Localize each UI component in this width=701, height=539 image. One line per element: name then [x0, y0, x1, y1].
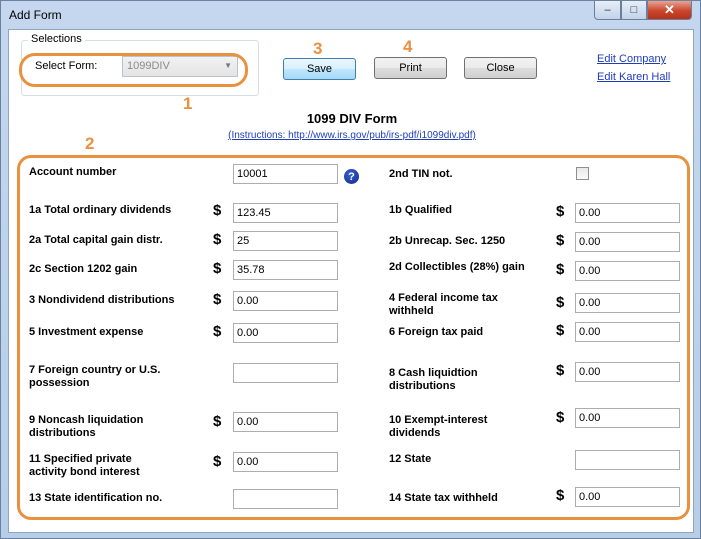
f10-label-line2: dividends	[389, 427, 441, 439]
f9-label-line2: distributions	[29, 427, 96, 439]
f11-label-line2: activity bond interest	[29, 466, 140, 478]
f13-input[interactable]	[233, 489, 338, 509]
f14-input[interactable]	[575, 487, 680, 507]
f7-label-line1: 7 Foreign country or U.S.	[29, 364, 161, 376]
annotation-number-4: 4	[403, 37, 413, 56]
help-icon[interactable]: ?	[344, 169, 359, 184]
f2c-input[interactable]	[233, 260, 338, 280]
print-button-label: Print	[399, 62, 422, 74]
account-number-input[interactable]	[233, 164, 338, 184]
close-button[interactable]: Close	[464, 57, 537, 79]
form-client-area: Selections Select Form: 1099DIV ▼ 1 3 4 …	[8, 29, 694, 533]
print-button[interactable]: Print	[374, 57, 447, 79]
second-tin-checkbox[interactable]	[576, 167, 589, 180]
f12-input[interactable]	[575, 450, 680, 470]
selections-legend: Selections	[28, 33, 85, 45]
f2a-label: 2a Total capital gain distr.	[29, 234, 163, 246]
f1a-input[interactable]	[233, 203, 338, 223]
title-bar[interactable]: Add Form – □ ✕	[1, 1, 700, 29]
f13-label: 13 State identification no.	[29, 492, 163, 504]
f6-label: 6 Foreign tax paid	[389, 326, 484, 338]
f14-label: 14 State tax withheld	[389, 492, 498, 504]
f2b-dollar: $	[556, 232, 565, 249]
f2a-dollar: $	[213, 231, 222, 248]
f4-input[interactable]	[575, 293, 680, 313]
f2c-dollar: $	[213, 260, 222, 277]
f4-label-line1: 4 Federal income tax	[389, 292, 498, 304]
f5-dollar: $	[213, 323, 222, 340]
f3-dollar: $	[213, 291, 222, 308]
f9-label-line1: 9 Noncash liquidation	[29, 414, 144, 426]
instructions-link[interactable]: (Instructions: http://www.irs.gov/pub/ir…	[9, 130, 695, 141]
f12-label: 12 State	[389, 453, 432, 465]
f4-dollar: $	[556, 294, 565, 311]
close-button-label: Close	[486, 62, 515, 74]
f1b-input[interactable]	[575, 203, 680, 223]
f2b-input[interactable]	[575, 232, 680, 252]
f11-input[interactable]	[233, 452, 338, 472]
f11-dollar: $	[213, 453, 222, 470]
edit-company-link[interactable]: Edit Company	[597, 53, 666, 65]
f14-dollar: $	[556, 487, 565, 504]
f7-input[interactable]	[233, 363, 338, 383]
f8-input[interactable]	[575, 362, 680, 382]
f2a-input[interactable]	[233, 231, 338, 251]
f3-label: 3 Nondividend distributions	[29, 294, 175, 306]
close-window-button[interactable]: ✕	[647, 1, 692, 20]
f10-dollar: $	[556, 409, 565, 426]
edit-user-link[interactable]: Edit Karen Hall	[597, 71, 670, 83]
second-tin-label: 2nd TIN not.	[389, 168, 453, 180]
f5-input[interactable]	[233, 323, 338, 343]
f8-label-line1: 8 Cash liquidtion	[389, 367, 478, 379]
f11-label-line1: 11 Specified private	[29, 453, 132, 465]
f5-label: 5 Investment expense	[29, 326, 144, 338]
f1a-label: 1a Total ordinary dividends	[29, 204, 172, 216]
maximize-button[interactable]: □	[621, 1, 647, 20]
window-title: Add Form	[9, 8, 62, 22]
f1a-dollar: $	[213, 202, 222, 219]
account-number-label: Account number	[29, 166, 117, 178]
f8-dollar: $	[556, 362, 565, 379]
annotation-highlight-1	[19, 53, 248, 87]
f10-label-line1: 10 Exempt-interest	[389, 414, 488, 426]
f3-input[interactable]	[233, 291, 338, 311]
f6-input[interactable]	[575, 322, 680, 342]
f4-label-line2: withheld	[389, 305, 434, 317]
f7-label-line2: possession	[29, 377, 90, 389]
f2c-label: 2c Section 1202 gain	[29, 263, 138, 275]
save-button[interactable]: Save	[283, 58, 356, 80]
f1b-label: 1b Qualified	[389, 204, 452, 216]
f6-dollar: $	[556, 322, 565, 339]
close-icon: ✕	[664, 2, 675, 17]
f2b-label: 2b Unrecap. Sec. 1250	[389, 235, 506, 247]
annotation-number-3: 3	[313, 39, 323, 58]
annotation-number-2: 2	[85, 134, 95, 153]
f9-dollar: $	[213, 413, 222, 430]
minimize-button[interactable]: –	[594, 1, 621, 20]
f1b-dollar: $	[556, 203, 565, 220]
f10-input[interactable]	[575, 408, 680, 428]
minimize-icon: –	[604, 4, 611, 16]
save-button-label: Save	[306, 63, 333, 75]
f2d-dollar: $	[556, 261, 565, 278]
form-title: 1099 DIV Form	[306, 111, 398, 126]
maximize-icon: □	[630, 4, 638, 16]
f2d-input[interactable]	[575, 261, 680, 281]
f9-input[interactable]	[233, 412, 338, 432]
f8-label-line2: distributions	[389, 380, 456, 392]
add-form-window: Add Form – □ ✕ Selections Select Form: 1…	[0, 0, 701, 539]
f2d-label: 2d Collectibles (28%) gain	[389, 261, 525, 273]
